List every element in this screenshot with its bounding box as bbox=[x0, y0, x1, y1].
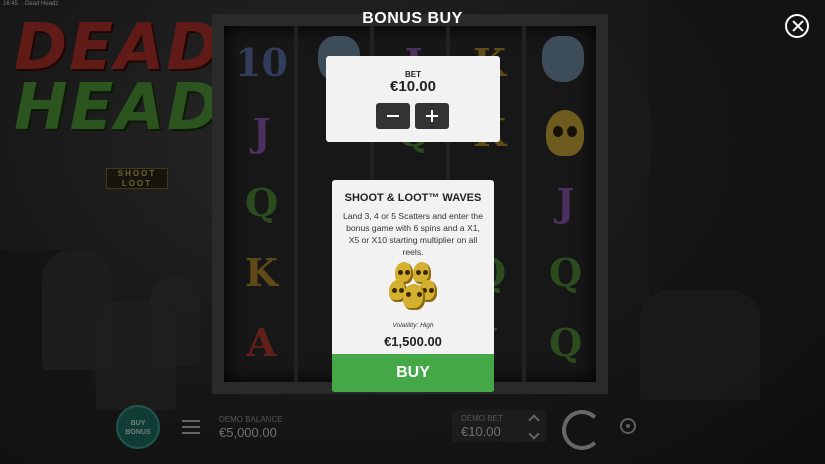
buy-button[interactable]: BUY bbox=[332, 354, 494, 392]
bonus-volatility: Volatility: High bbox=[392, 322, 434, 329]
modal-title: BONUS BUY bbox=[362, 10, 463, 27]
skull-stack-icon bbox=[389, 262, 439, 316]
bet-card-value: €10.00 bbox=[390, 78, 436, 95]
bet-card: BET €10.00 bbox=[326, 56, 500, 142]
bonus-price: €1,500.00 bbox=[384, 334, 442, 349]
close-icon[interactable] bbox=[785, 14, 809, 38]
bonus-name: SHOOT & LOOT™ WAVES bbox=[344, 192, 482, 204]
minus-icon bbox=[387, 115, 399, 117]
bonus-card: SHOOT & LOOT™ WAVES Land 3, 4 or 5 Scatt… bbox=[332, 180, 494, 392]
increase-bet-button[interactable] bbox=[415, 103, 449, 129]
bonus-description: Land 3, 4 or 5 Scatters and enter the bo… bbox=[343, 211, 483, 257]
game-stage: 16:45 · Dead Headz DEAD HEADZ SHOOT LOOT… bbox=[0, 0, 825, 464]
decrease-bet-button[interactable] bbox=[376, 103, 410, 129]
